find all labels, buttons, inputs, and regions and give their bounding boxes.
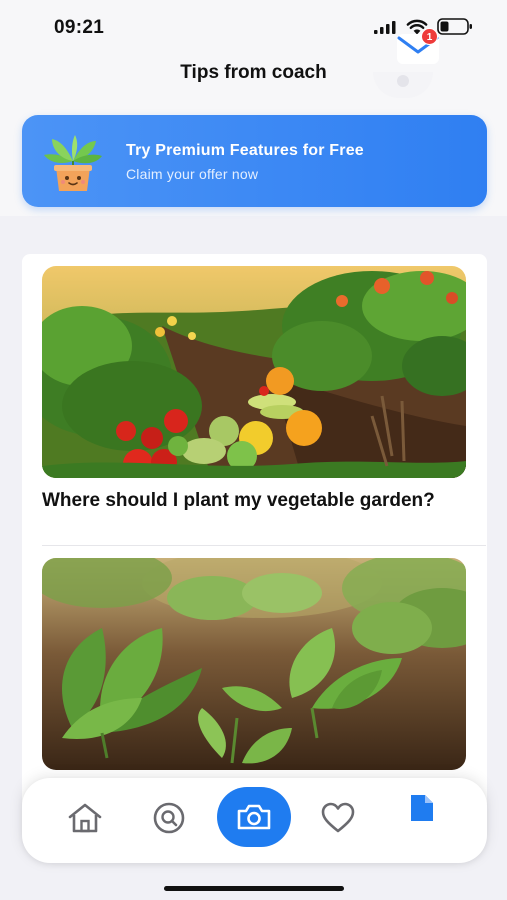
tab-bar bbox=[22, 778, 487, 863]
article-card[interactable]: Where should I plant my vegetable garden… bbox=[42, 266, 466, 513]
tab-camera[interactable] bbox=[217, 787, 291, 847]
vegetable-garden-photo bbox=[42, 266, 466, 478]
promo-subtitle: Claim your offer now bbox=[126, 166, 259, 182]
premium-promo-banner[interactable]: Try Premium Features for Free Claim your… bbox=[22, 115, 487, 207]
promo-title: Try Premium Features for Free bbox=[126, 142, 364, 159]
tab-search[interactable] bbox=[148, 798, 190, 838]
tips-feed: Where should I plant my vegetable garden… bbox=[22, 254, 487, 814]
tab-home[interactable] bbox=[62, 798, 108, 838]
home-icon bbox=[68, 803, 102, 833]
article-card[interactable] bbox=[42, 558, 466, 770]
notes-icon bbox=[411, 795, 433, 821]
tab-favorites[interactable] bbox=[316, 798, 360, 838]
potted-plant-icon bbox=[44, 135, 102, 191]
home-indicator bbox=[164, 886, 344, 891]
tab-notes[interactable] bbox=[400, 788, 444, 828]
camera-icon bbox=[237, 804, 271, 830]
search-icon bbox=[153, 802, 185, 834]
heart-icon bbox=[321, 802, 355, 833]
tab-indicator-dot bbox=[397, 75, 409, 87]
divider bbox=[42, 545, 486, 546]
article-title: Where should I plant my vegetable garden… bbox=[42, 490, 435, 511]
leafy-seedlings-photo bbox=[42, 558, 466, 770]
notification-badge: 1 bbox=[421, 28, 438, 45]
status-time: 09:21 bbox=[54, 17, 105, 38]
cellular-signal-icon bbox=[374, 20, 396, 34]
